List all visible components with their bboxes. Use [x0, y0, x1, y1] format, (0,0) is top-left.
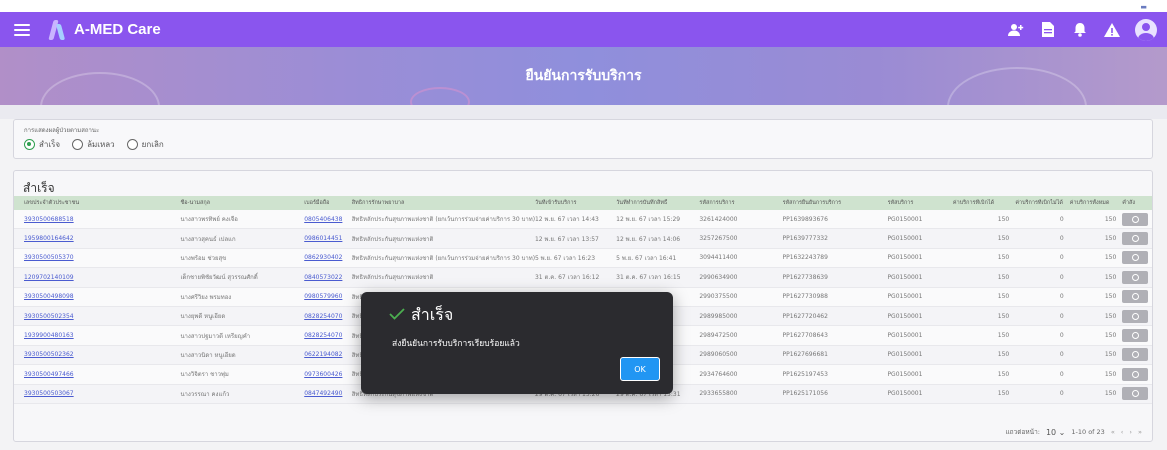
- dialog-message: ส่งยืนยันการรับบริการเรียบร้อยแล้ว: [392, 339, 520, 349]
- ok-button[interactable]: OK: [620, 357, 660, 381]
- dialog-title: สำเร็จ: [411, 305, 454, 324]
- check-icon: [389, 308, 405, 320]
- success-dialog: สำเร็จ ส่งยืนยันการรับบริการเรียบร้อยแล้…: [361, 292, 673, 394]
